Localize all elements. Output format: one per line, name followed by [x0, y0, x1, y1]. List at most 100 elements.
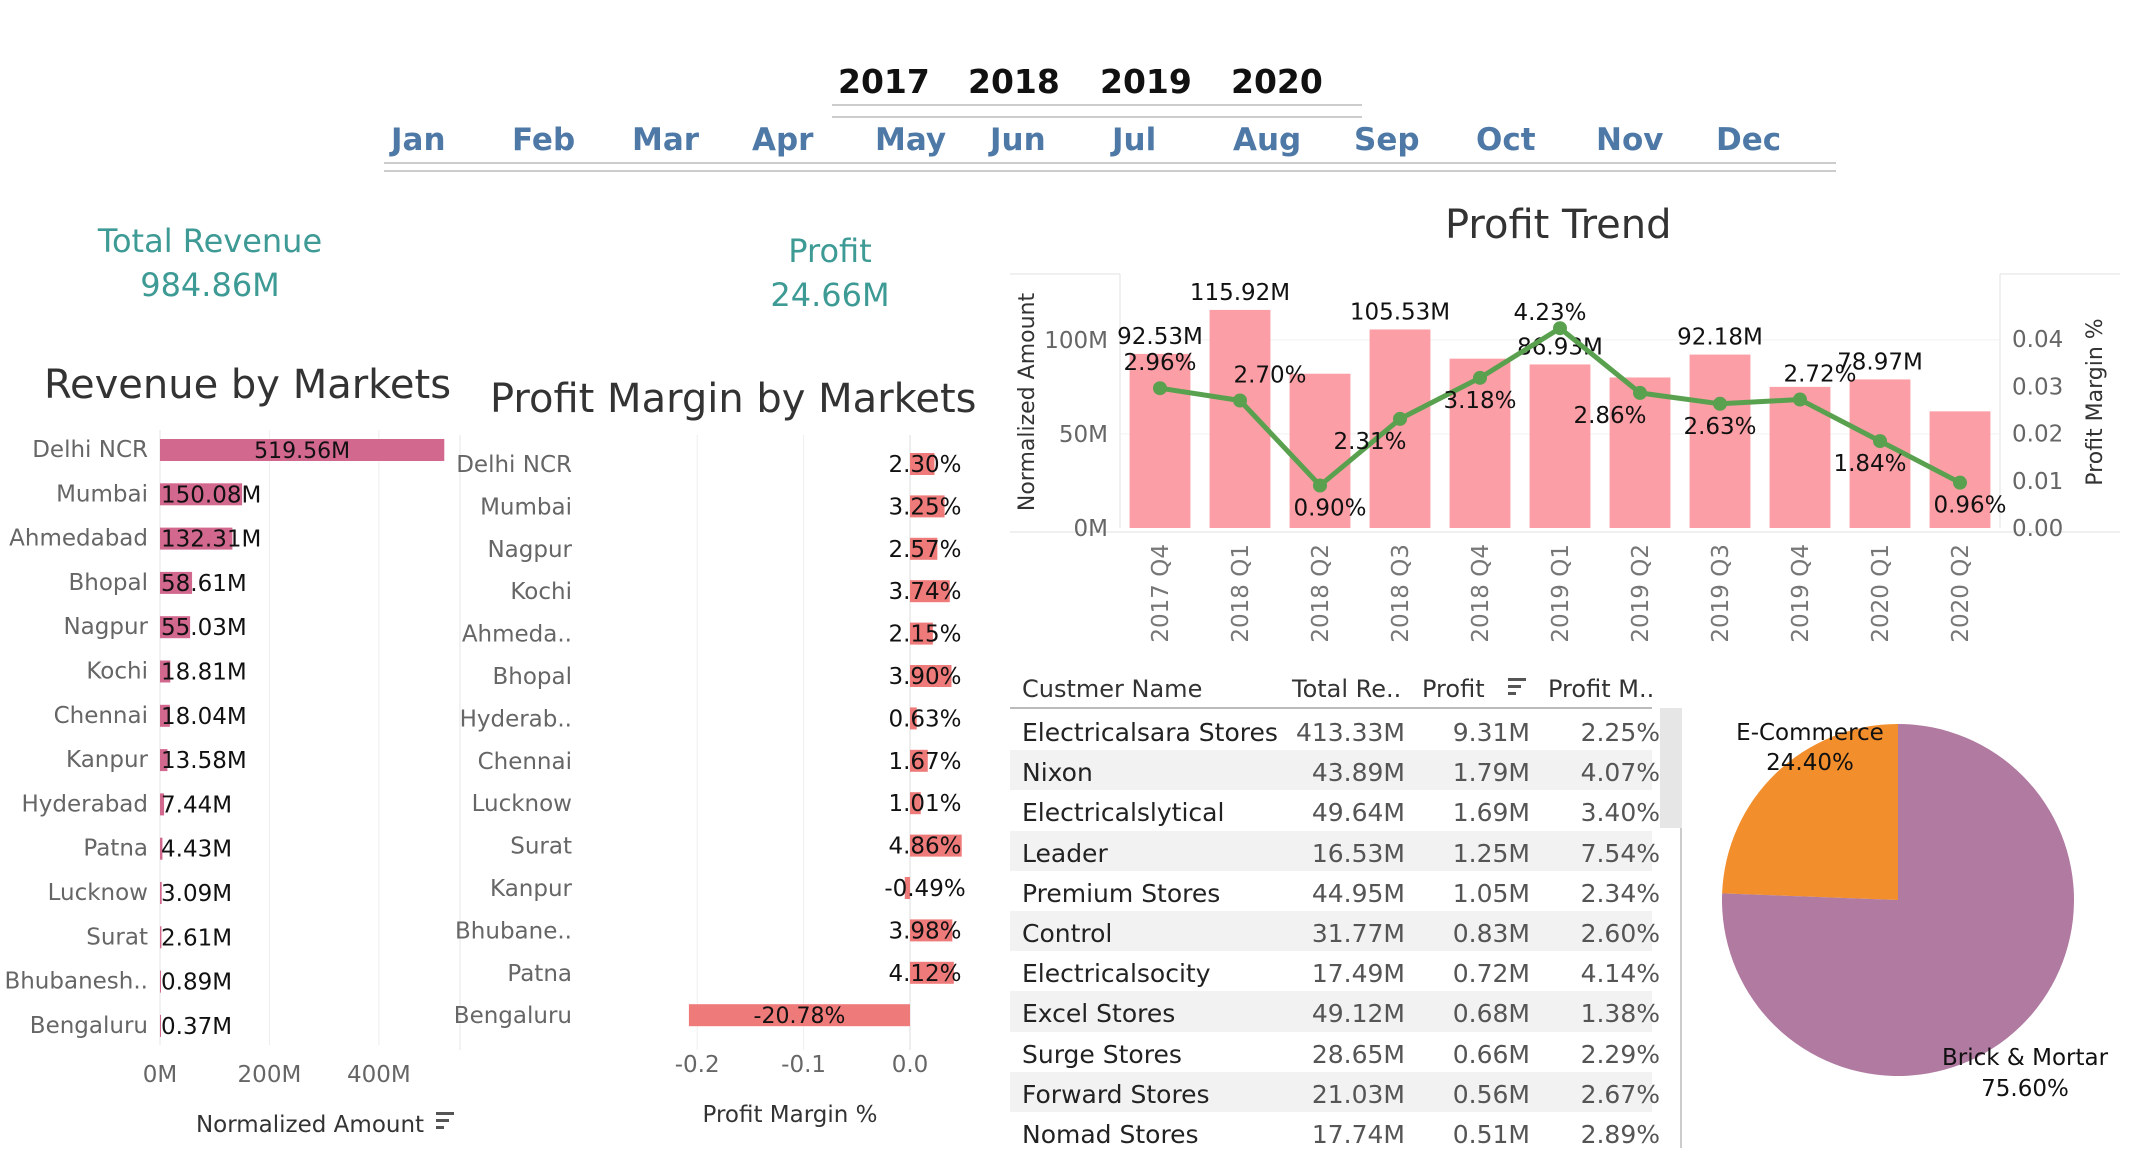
month-filter-jun[interactable]: Jun: [990, 122, 1046, 158]
x-tick-label: 2018 Q1: [1228, 544, 1254, 643]
category-label: Kanpur: [490, 876, 573, 902]
table-row[interactable]: Electricalslytical 49.64M 1.69M 3.40%: [1010, 790, 1660, 831]
y2-tick-label: 0.00: [2012, 516, 2063, 542]
table-row[interactable]: Electricalsara Stores 413.33M 9.31M 2.25%: [1010, 710, 1660, 751]
table-header-1[interactable]: Total Re..: [1292, 675, 1401, 703]
kpi-profit-value: 24.66M: [770, 276, 890, 314]
x-axis-title: Normalized Amount: [196, 1112, 424, 1138]
category-label: Surat: [510, 834, 572, 860]
x-tick-label: 400M: [347, 1062, 411, 1088]
trend-bar[interactable]: [1529, 364, 1591, 528]
data-label: 0.89M: [161, 970, 232, 996]
month-filter-oct[interactable]: Oct: [1476, 122, 1536, 158]
data-label: 3.25%: [888, 494, 961, 520]
profit-margin-point[interactable]: [1153, 381, 1167, 396]
month-filter-apr[interactable]: Apr: [752, 122, 813, 158]
month-filter-dec[interactable]: Dec: [1716, 122, 1781, 158]
month-filter-sep[interactable]: Sep: [1354, 122, 1420, 158]
line-data-label: 0.96%: [1933, 493, 2006, 519]
data-label: 3.74%: [888, 579, 961, 605]
table-row[interactable]: Nixon 43.89M 1.79M 4.07%: [1010, 750, 1660, 791]
data-label: 2.15%: [888, 622, 961, 648]
profit-margin-point[interactable]: [1953, 475, 1967, 490]
x-tick-label: 2018 Q3: [1388, 544, 1414, 643]
trend-bar[interactable]: [1609, 377, 1671, 528]
table-row[interactable]: Excel Stores 49.12M 0.68M 1.38%: [1010, 991, 1660, 1032]
profit-margin-point[interactable]: [1233, 393, 1247, 408]
table-cell: Forward Stores: [1022, 1079, 1210, 1109]
y-tick-label: 50M: [1059, 422, 1108, 448]
table-row[interactable]: Forward Stores 21.03M 0.56M 2.67%: [1010, 1071, 1660, 1112]
month-filter-jan[interactable]: Jan: [391, 122, 446, 158]
year-filter-2018[interactable]: 2018: [968, 62, 1060, 101]
category-label: Bhopal: [68, 570, 148, 596]
table-cell: 49.12M: [1311, 999, 1405, 1029]
year-filter-2019[interactable]: 2019: [1100, 62, 1192, 101]
sort-icon[interactable]: [1508, 678, 1530, 698]
profit-margin-point[interactable]: [1713, 396, 1727, 411]
pie-category-label: Brick & Mortar: [1942, 1045, 2109, 1071]
trend-bar[interactable]: [1129, 353, 1191, 528]
table-row[interactable]: Electricalsocity 17.49M 0.72M 4.14%: [1010, 951, 1660, 992]
category-label: Bengaluru: [454, 1003, 572, 1029]
trend-chart-title: Profit Trend: [1445, 202, 1672, 248]
table-row[interactable]: Nomad Stores 17.74M 0.51M 2.89%: [1010, 1112, 1660, 1153]
pie-data-label: 24.40%: [1766, 750, 1854, 776]
pie-data-label: 75.60%: [1981, 1076, 2069, 1102]
year-filter-divider: [832, 104, 1362, 106]
month-filter-feb[interactable]: Feb: [512, 122, 575, 158]
x-tick-label: -0.1: [781, 1052, 826, 1078]
table-cell: 44.95M: [1311, 878, 1405, 908]
table-cell: Control: [1022, 919, 1113, 948]
table-cell: Surge Stores: [1022, 1039, 1182, 1069]
x-tick-label: 2020 Q2: [1948, 544, 1974, 643]
profit-margin-point[interactable]: [1313, 478, 1327, 493]
data-label: 2.30%: [888, 452, 961, 478]
table-header-0[interactable]: Custmer Name: [1022, 675, 1202, 703]
data-label: 4.86%: [888, 834, 961, 860]
pie-category-label: E-Commerce: [1736, 720, 1884, 746]
table-cell: 1.79M: [1452, 758, 1530, 788]
year-filter-2017[interactable]: 2017: [838, 62, 930, 101]
data-label: 3.09M: [161, 881, 232, 907]
profit-margin-point[interactable]: [1393, 411, 1407, 426]
table-cell: 1.05M: [1452, 878, 1530, 908]
table-cell: Premium Stores: [1022, 878, 1221, 908]
table-row[interactable]: Leader 16.53M 1.25M 7.54%: [1010, 830, 1660, 871]
profit-margin-by-markets-chart: Delhi NCR 2.30% Mumbai 3.25% Nagpur 2.57% Koch…: [454, 435, 966, 1128]
table-row[interactable]: Surge Stores 28.65M 0.66M 2.29%: [1010, 1031, 1660, 1072]
profit-margin-point[interactable]: [1473, 370, 1487, 385]
data-label: 4.43M: [161, 837, 232, 863]
month-filter-nov[interactable]: Nov: [1596, 122, 1663, 158]
table-cell: 2.34%: [1580, 878, 1660, 908]
month-filter-may[interactable]: May: [875, 122, 946, 158]
table-row[interactable]: Control 31.77M 0.83M 2.60%: [1010, 911, 1660, 952]
month-filter-aug[interactable]: Aug: [1233, 122, 1301, 158]
data-label: 1.01%: [888, 791, 961, 817]
table-cell: Electricalslytical: [1022, 798, 1225, 828]
data-label: 3.98%: [888, 918, 961, 944]
category-label: Nagpur: [487, 537, 572, 563]
table-cell: Leader: [1022, 838, 1108, 868]
profit-margin-point[interactable]: [1793, 392, 1807, 407]
table-header-2[interactable]: Profit: [1422, 675, 1485, 703]
category-label: Mumbai: [56, 481, 148, 507]
table-cell: Nomad Stores: [1022, 1120, 1199, 1149]
category-label: Bengaluru: [30, 1013, 148, 1039]
table-cell: 0.72M: [1452, 959, 1530, 989]
category-label: Surat: [86, 924, 148, 950]
data-label: 4.12%: [888, 961, 961, 987]
trend-bar[interactable]: [1209, 309, 1271, 528]
table-header-3[interactable]: Profit M..: [1548, 675, 1654, 703]
profit-margin-point[interactable]: [1873, 434, 1887, 449]
profit-margin-point[interactable]: [1633, 385, 1647, 400]
trend-bar[interactable]: [1689, 354, 1751, 528]
year-filter-2020[interactable]: 2020: [1231, 62, 1323, 101]
data-label: 1.67%: [888, 749, 961, 775]
month-filter-mar[interactable]: Mar: [632, 122, 699, 158]
year-filter-divider-2: [832, 116, 1362, 118]
table-row[interactable]: Premium Stores 44.95M 1.05M 2.34%: [1010, 870, 1660, 911]
table-scrollbar-thumb[interactable]: [1660, 708, 1682, 828]
bar-data-label: 115.92M: [1190, 280, 1290, 306]
month-filter-jul[interactable]: Jul: [1112, 122, 1156, 158]
